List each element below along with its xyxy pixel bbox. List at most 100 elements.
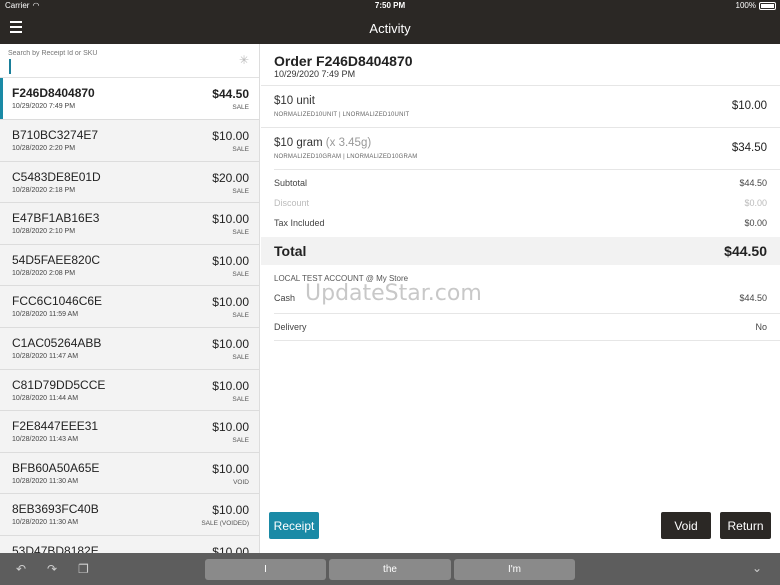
order-status: SALE (232, 104, 249, 111)
order-date: 10/29/2020 7:49 PM (274, 69, 356, 79)
order-id: BFB60A50A65E (12, 460, 100, 475)
order-amount: $10.00 (212, 378, 249, 393)
order-row[interactable]: FCC6C1046C6E 10/28/2020 11:59 AM $10.00 SAL… (0, 286, 259, 328)
order-id: C81D79DD5CCE (12, 377, 106, 392)
order-status: SALE (232, 312, 249, 320)
line-item-qty: (x 3.45g) (325, 137, 372, 149)
order-row[interactable]: 53D47BD8182E $10.00 (0, 535, 259, 553)
order-status: SALE (232, 146, 249, 153)
payment-method: Cash (274, 293, 296, 303)
delivery-row: Delivery No (261, 318, 780, 338)
order-status: SALE (232, 187, 249, 195)
order-date: 10/28/2020 11:43 AM (12, 436, 79, 444)
order-id: FCC6C1046C6E (12, 294, 103, 309)
delivery-value: No (755, 322, 767, 332)
order-row[interactable]: F2E8447EEE31 10/28/2020 11:43 AM $10.00 SAL… (0, 411, 259, 453)
total-label: Total (274, 243, 307, 259)
order-row[interactable]: C5483DE8E01D 10/28/2020 2:18 PM $20.00 SALE (0, 161, 259, 204)
order-id: 54D5FAEE820C (12, 252, 101, 267)
order-id: C5483DE8E01D (12, 169, 101, 184)
line-item-sku: NORMALIZED10GRAM | LNORMALIZED10GRAM (274, 154, 418, 160)
nav-bar: Activity (0, 12, 780, 44)
tax-row: Tax Included $0.00 (261, 214, 780, 234)
order-row[interactable]: E47BF1AB16E3 10/28/2020 2:10 PM $10.00 SALE (0, 203, 259, 245)
line-item[interactable]: $10 unit NORMALIZED10UNIT | LNORMALIZED1… (261, 85, 780, 125)
item-name-text: $10 gram (274, 137, 323, 149)
divider (274, 313, 780, 314)
subtotal-value: $44.50 (739, 178, 767, 188)
return-button[interactable]: Return (720, 512, 771, 539)
order-title: Order F246D8404870 (274, 53, 413, 69)
suggestion-2[interactable]: the (329, 559, 451, 580)
order-row[interactable]: 8EB3693FC40B 10/28/2020 11:30 AM $10.00 SAL… (0, 494, 259, 536)
order-id: C1AC05264ABB (12, 335, 102, 350)
order-id: F2E8447EEE31 (12, 419, 99, 434)
order-status: SALE (VOIDED) (201, 520, 249, 528)
subtotal-row: Subtotal $44.50 (261, 174, 780, 194)
item-name-text: $10 unit (274, 95, 315, 107)
order-status: VOID (233, 478, 249, 486)
keyboard-dismiss-icon[interactable]: ⌄ (752, 561, 762, 575)
tax-value: $0.00 (744, 218, 767, 228)
payment-row: Cash $44.50 (261, 289, 780, 309)
order-amount: $10.00 (212, 336, 249, 351)
order-date: 10/28/2020 2:10 PM (12, 228, 76, 236)
receipt-button[interactable]: Receipt (269, 512, 319, 539)
order-list: F246D8404870 10/29/2020 7:49 PM $44.50 SALE… (0, 78, 259, 553)
order-row[interactable]: C1AC05264ABB 10/28/2020 11:47 AM $10.00 SAL… (0, 327, 259, 370)
delivery-label: Delivery (274, 322, 307, 332)
order-date: 10/28/2020 11:30 AM (12, 519, 79, 527)
order-amount: $10.00 (212, 461, 249, 476)
order-amount: $10.00 (212, 212, 249, 227)
order-status: SALE (232, 437, 249, 445)
order-row[interactable]: 54D5FAEE820C 10/28/2020 2:08 PM $10.00 SALE (0, 244, 259, 287)
discount-value: $0.00 (744, 198, 767, 208)
order-row[interactable]: F246D8404870 10/29/2020 7:49 PM $44.50 SALE (0, 78, 259, 120)
keyboard-shortcut-bar: ↶ ↷ ❐ I the I'm ⌄ (0, 553, 780, 585)
order-date: 10/28/2020 2:08 PM (12, 269, 76, 277)
total-row: Total $44.50 (261, 237, 780, 265)
line-item-sku: NORMALIZED10UNIT | LNORMALIZED10UNIT (274, 112, 410, 118)
order-id: 8EB3693FC40B (12, 502, 99, 517)
page-title: Activity (369, 21, 411, 36)
order-date: 10/28/2020 2:18 PM (12, 186, 76, 194)
status-bar: Carrier ◠ 7:50 PM 100% (0, 0, 780, 12)
order-list-pane: ✳ F246D8404870 10/29/2020 7:49 PM $44.50 SA… (0, 44, 260, 553)
order-amount: $10.00 (212, 253, 249, 268)
order-status: SALE (232, 270, 249, 278)
loading-spinner-icon: ✳ (239, 53, 250, 67)
order-row[interactable]: BFB60A50A65E 10/28/2020 11:30 AM $10.00 VOI… (0, 452, 259, 495)
order-amount: $44.50 (212, 87, 249, 101)
suggestion-3[interactable]: I'm (454, 559, 575, 580)
order-status: SALE (232, 353, 249, 361)
redo-icon[interactable]: ↷ (47, 562, 57, 576)
battery-icon (759, 2, 776, 10)
line-item-name: $10 unit (274, 95, 315, 107)
order-date: 10/28/2020 11:59 AM (12, 311, 79, 319)
undo-icon[interactable]: ↶ (16, 562, 26, 576)
order-amount: $10.00 (212, 129, 249, 143)
battery-percent: 100% (735, 1, 756, 10)
order-id: 53D47BD8182E (12, 543, 99, 553)
order-date: 10/28/2020 11:30 AM (12, 477, 79, 485)
order-amount: $10.00 (212, 420, 249, 435)
paste-icon[interactable]: ❐ (78, 562, 89, 576)
order-amount: $10.00 (212, 544, 249, 553)
discount-row: Discount $0.00 (261, 194, 780, 214)
payment-amount: $44.50 (739, 293, 767, 303)
order-row[interactable]: B710BC3274E7 10/28/2020 2:20 PM $10.00 SALE (0, 120, 259, 162)
order-date: 10/28/2020 2:20 PM (12, 145, 76, 152)
order-amount: $20.00 (212, 170, 249, 185)
order-id: F246D8404870 (12, 86, 95, 100)
void-button[interactable]: Void (661, 512, 711, 539)
line-item[interactable]: $10 gram (x 3.45g) NORMALIZED10GRAM | LN… (261, 127, 780, 167)
order-status: SALE (232, 395, 249, 403)
order-id: B710BC3274E7 (12, 128, 99, 142)
order-row[interactable]: C81D79DD5CCE 10/28/2020 11:44 AM $10.00 SAL… (0, 369, 259, 412)
search-input[interactable] (8, 47, 228, 59)
order-amount: $10.00 (212, 503, 249, 518)
line-item-price: $10.00 (731, 100, 767, 112)
discount-label: Discount (274, 198, 310, 208)
suggestion-1[interactable]: I (205, 559, 326, 580)
line-item-name: $10 gram (x 3.45g) (274, 137, 371, 149)
